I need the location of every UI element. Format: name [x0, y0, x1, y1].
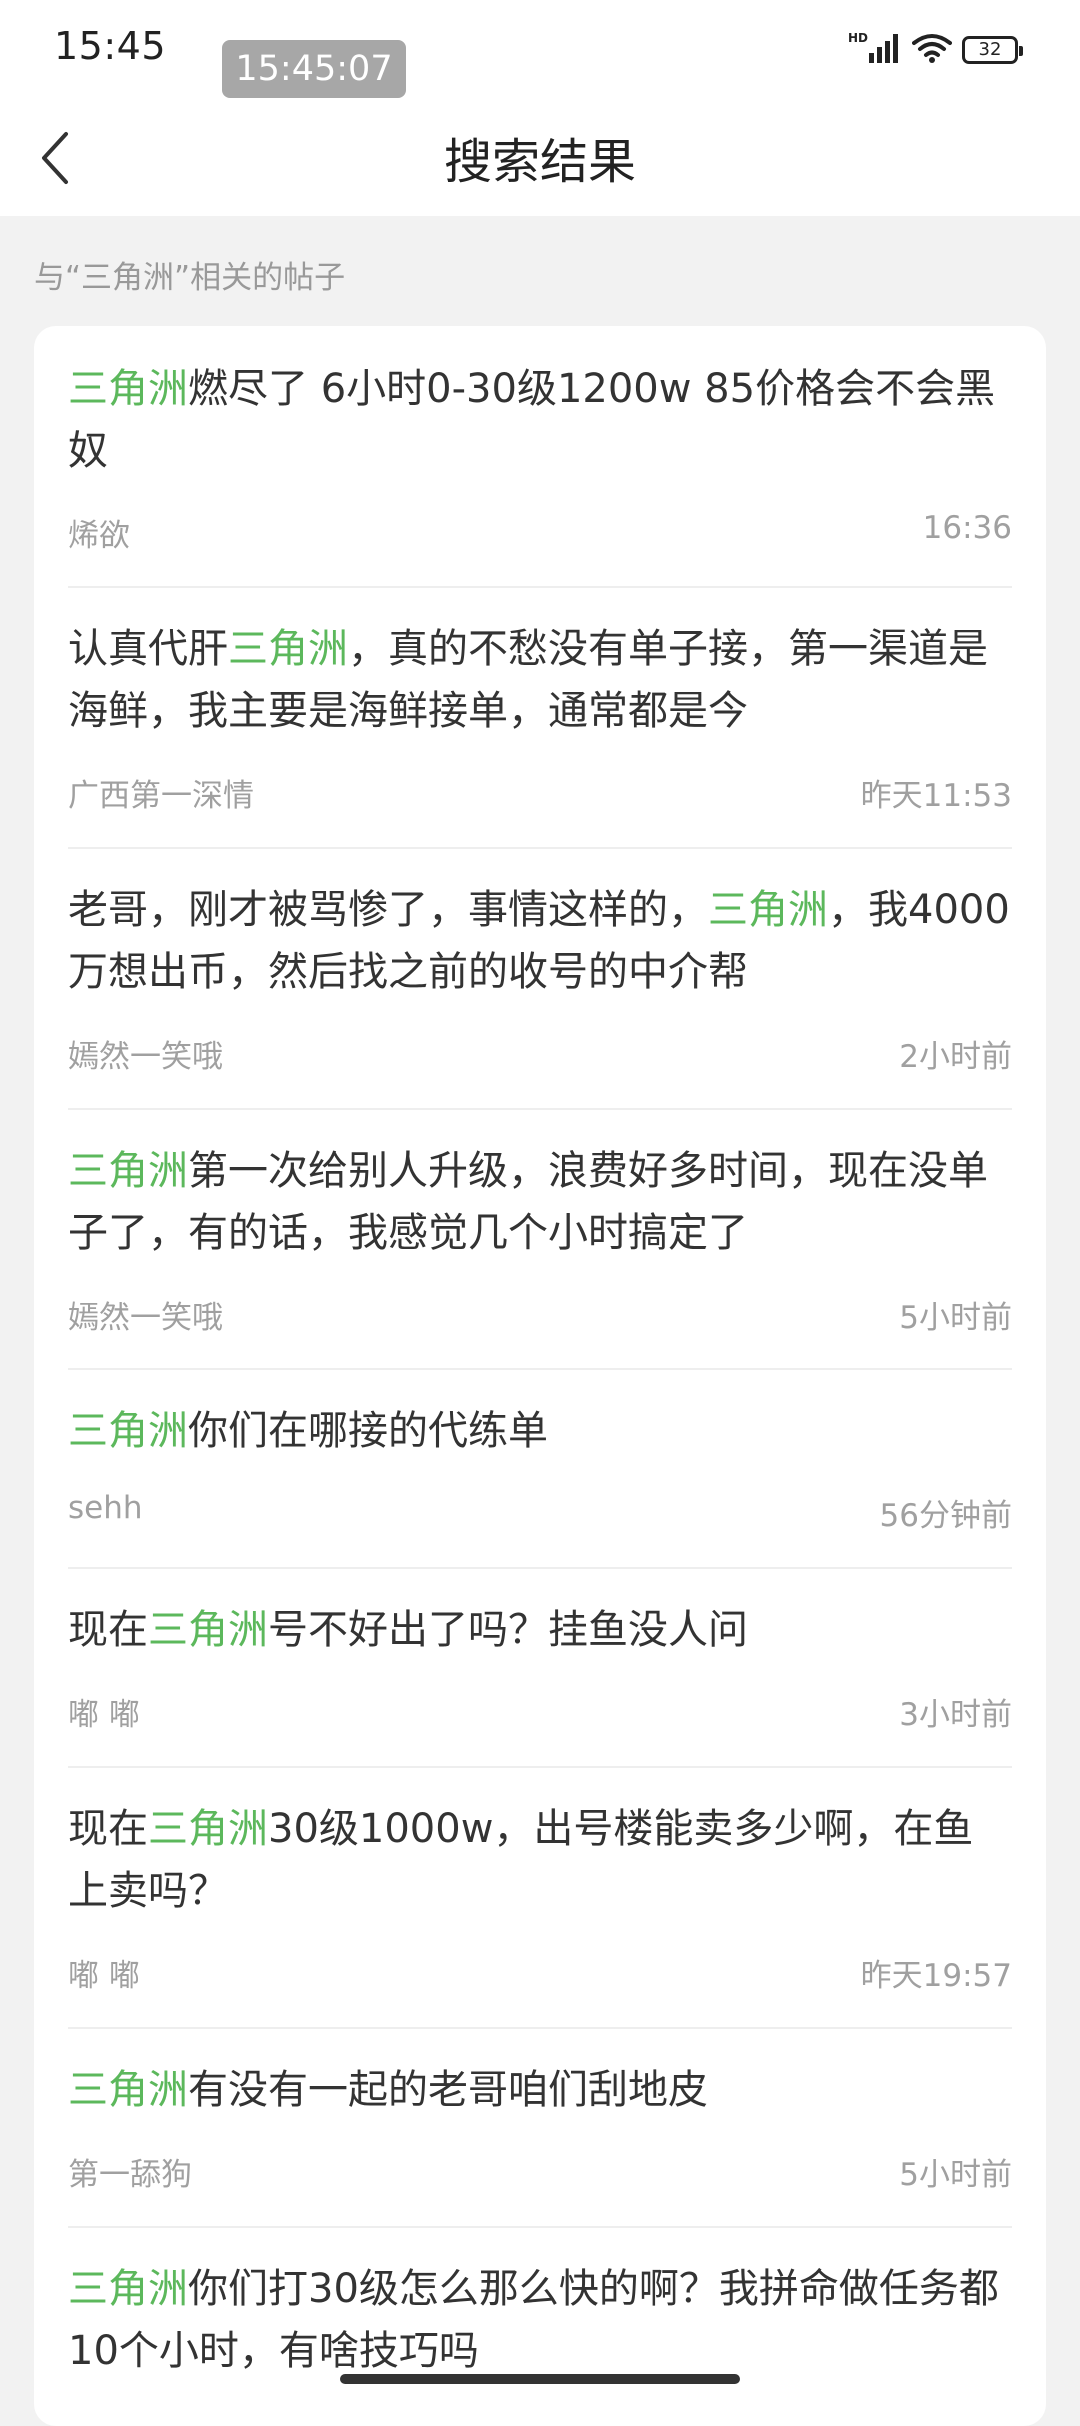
status-icons: HD 32 [847, 30, 1023, 70]
section-label: 与“三角洲”相关的帖子 [34, 260, 346, 296]
signal-icon [868, 33, 902, 67]
post-title: 三角洲第一次给别人升级，浪费好多时间，现在没单子了，有的话，我感觉几个小时搞定了 [68, 1148, 988, 1256]
post-time: 5小时前 [899, 2157, 1012, 2193]
post-item[interactable]: 现在三角洲号不好出了吗？挂鱼没人问 嘟 嘟 3小时前 [68, 1567, 1012, 1768]
nav-bar: 搜索结果 [0, 100, 1080, 216]
post-author: sehh [68, 1490, 143, 1526]
post-item[interactable]: 三角洲你们打30级怎么那么快的啊？我拼命做任务都10个小时，有啥技巧吗 [68, 2226, 1012, 2426]
post-author: 第一舔狗 [68, 2157, 192, 2193]
post-item[interactable]: 认真代肝三角洲，真的不愁没有单子接，第一渠道是海鲜，我主要是海鲜接单，通常都是今… [68, 586, 1012, 849]
post-author: 嘟 嘟 [68, 1697, 140, 1733]
post-item[interactable]: 三角洲你们在哪接的代练单 sehh 56分钟前 [68, 1368, 1012, 1569]
post-title: 现在三角洲号不好出了吗？挂鱼没人问 [68, 1607, 748, 1653]
post-title: 三角洲你们在哪接的代练单 [68, 1408, 548, 1454]
post-item[interactable]: 老哥，刚才被骂惨了，事情这样的，三角洲，我4000万想出币，然后找之前的收号的中… [68, 847, 1012, 1110]
post-title: 认真代肝三角洲，真的不愁没有单子接，第一渠道是海鲜，我主要是海鲜接单，通常都是今 [68, 626, 988, 734]
post-time: 2小时前 [899, 1039, 1012, 1075]
post-time: 3小时前 [899, 1697, 1012, 1733]
keyword-highlight: 三角洲 [68, 366, 188, 412]
post-time: 56分钟前 [879, 1498, 1012, 1534]
post-author: 嫣然一笑哦 [68, 1039, 223, 1075]
keyword-highlight: 三角洲 [68, 2067, 188, 2113]
post-author: 烯欲 [68, 518, 130, 554]
keyword-highlight: 三角洲 [228, 626, 348, 672]
status-bar: 15:45 15:45:07 HD 32 [0, 0, 1080, 100]
keyword-highlight: 三角洲 [148, 1806, 268, 1852]
post-item[interactable]: 三角洲第一次给别人升级，浪费好多时间，现在没单子了，有的话，我感觉几个小时搞定了… [68, 1108, 1012, 1370]
keyword-highlight: 三角洲 [68, 1148, 188, 1194]
screen-time-badge: 15:45:07 [222, 40, 406, 98]
post-title: 三角洲你们打30级怎么那么快的啊？我拼命做任务都10个小时，有啥技巧吗 [68, 2266, 999, 2374]
home-indicator[interactable] [340, 2374, 740, 2384]
post-time: 昨天19:57 [860, 1958, 1012, 1994]
keyword-highlight: 三角洲 [148, 1607, 268, 1653]
post-item[interactable]: 三角洲有没有一起的老哥咱们刮地皮 第一舔狗 5小时前 [68, 2027, 1012, 2228]
post-title: 现在三角洲30级1000w，出号楼能卖多少啊，在鱼上卖吗？ [68, 1806, 974, 1914]
post-time: 昨天11:53 [860, 778, 1012, 814]
keyword-highlight: 三角洲 [68, 2266, 188, 2312]
results-card: 三角洲燃尽了 6小时0-30级1200w 85价格会不会黑奴 烯欲 16:36 … [34, 326, 1046, 2426]
post-author: 广西第一深情 [68, 778, 254, 814]
post-title: 三角洲燃尽了 6小时0-30级1200w 85价格会不会黑奴 [68, 366, 996, 474]
keyword-highlight: 三角洲 [68, 1408, 188, 1454]
post-time: 16:36 [922, 510, 1012, 546]
battery-icon: 32 [962, 36, 1023, 64]
keyword-highlight: 三角洲 [708, 887, 828, 933]
post-item[interactable]: 三角洲燃尽了 6小时0-30级1200w 85价格会不会黑奴 烯欲 16:36 [68, 326, 1012, 588]
post-item[interactable]: 现在三角洲30级1000w，出号楼能卖多少啊，在鱼上卖吗？ 嘟 嘟 昨天19:5… [68, 1766, 1012, 2029]
wifi-icon [912, 33, 952, 67]
post-time: 5小时前 [899, 1300, 1012, 1336]
post-title: 老哥，刚才被骂惨了，事情这样的，三角洲，我4000万想出币，然后找之前的收号的中… [68, 887, 1010, 995]
post-author: 嫣然一笑哦 [68, 1300, 223, 1336]
post-title: 三角洲有没有一起的老哥咱们刮地皮 [68, 2067, 708, 2113]
post-author: 嘟 嘟 [68, 1958, 140, 1994]
network-type-label: HD [847, 31, 868, 45]
status-time: 15:45 [54, 24, 167, 68]
page-title: 搜索结果 [443, 134, 636, 190]
